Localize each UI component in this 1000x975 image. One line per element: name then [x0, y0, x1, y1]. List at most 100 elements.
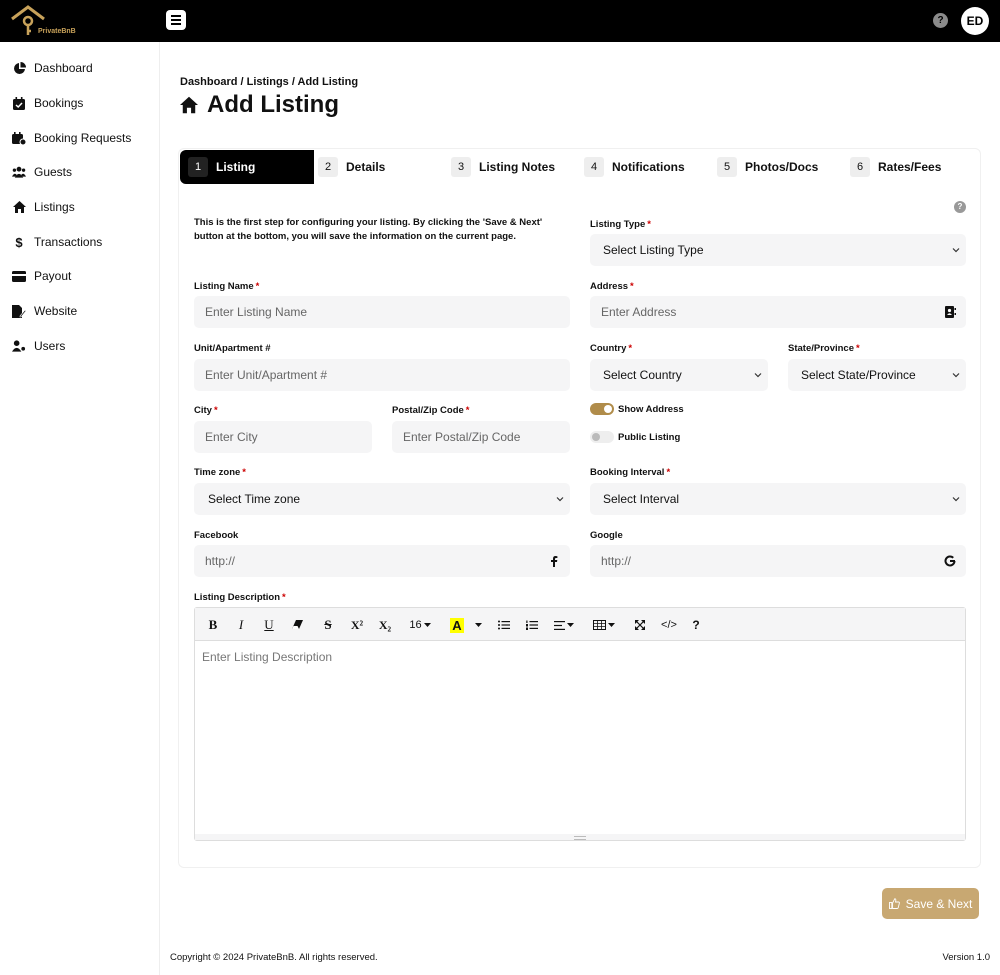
hamburger-menu-button[interactable]	[166, 10, 186, 30]
numbered-list-button[interactable]	[523, 616, 541, 634]
label-text: Listing Type	[590, 219, 646, 230]
required-mark: *	[666, 467, 671, 478]
address-input[interactable]: Enter Address	[590, 296, 966, 328]
caret-down-icon	[567, 622, 574, 627]
strikethrough-button[interactable]: S	[319, 616, 337, 634]
required-mark: *	[630, 281, 634, 292]
highlight-color-button[interactable]: A	[448, 616, 466, 634]
tab-listing[interactable]: 1 Listing	[180, 150, 314, 184]
chevron-down-icon	[556, 497, 564, 502]
label-text: Google	[590, 530, 623, 541]
sidebar-item-label: Booking Requests	[34, 131, 132, 145]
bullet-list-button[interactable]	[495, 616, 513, 634]
label-text: Listing Description	[194, 592, 281, 603]
code-view-button[interactable]: </>	[657, 616, 681, 634]
save-next-button[interactable]: Save & Next	[882, 888, 979, 919]
sidebar-item-website[interactable]: Website	[12, 301, 77, 321]
facebook-input[interactable]: http://	[194, 545, 570, 577]
top-bar: PrivateBnB ? ED	[0, 0, 1000, 42]
home-icon	[12, 200, 26, 214]
editor-resize-handle[interactable]	[195, 834, 965, 840]
editor-toolbar: B I U S X² X₂ 16 A </> ?	[195, 608, 965, 641]
timezone-label: Time zone *	[194, 467, 246, 478]
booking-interval-label: Booking Interval *	[590, 467, 670, 478]
eraser-icon	[291, 620, 303, 629]
country-select[interactable]: Select Country	[590, 359, 768, 391]
calendar-check-icon	[12, 96, 26, 110]
chart-pie-icon	[12, 61, 26, 75]
tab-photos-docs[interactable]: 5 Photos/Docs	[717, 150, 845, 184]
select-value: Select Listing Type	[603, 243, 704, 257]
breadcrumb[interactable]: Dashboard / Listings / Add Listing	[180, 76, 358, 88]
address-book-icon[interactable]	[944, 306, 956, 318]
caret-down-icon	[608, 622, 615, 627]
google-input[interactable]: http://	[590, 545, 966, 577]
show-address-toggle[interactable]	[590, 403, 614, 415]
description-textarea[interactable]: Enter Listing Description	[202, 650, 332, 664]
save-next-label: Save & Next	[905, 896, 973, 911]
select-value: Select Interval	[603, 492, 680, 506]
align-left-icon	[554, 620, 565, 630]
sidebar-item-users[interactable]: Users	[12, 336, 65, 356]
sidebar-item-payout[interactable]: Payout	[12, 266, 71, 286]
editor-help-button[interactable]: ?	[687, 616, 705, 634]
label-text: Time zone	[194, 467, 241, 478]
caret-down-icon	[423, 622, 431, 627]
public-listing-toggle[interactable]	[590, 431, 614, 443]
tab-label: Notifications	[612, 160, 685, 174]
label-text: Postal/Zip Code	[392, 405, 464, 416]
tab-notifications[interactable]: 4 Notifications	[584, 150, 712, 184]
italic-button[interactable]: I	[232, 616, 250, 634]
highlight-color-dropdown[interactable]	[473, 616, 483, 634]
user-cog-icon	[12, 339, 26, 353]
tab-label: Details	[346, 160, 386, 174]
required-mark: *	[282, 592, 286, 603]
superscript-button[interactable]: X²	[346, 616, 368, 634]
label-text: State/Province	[788, 343, 854, 354]
chevron-down-icon	[952, 248, 960, 253]
chevron-down-icon	[952, 373, 960, 378]
tab-listing-notes[interactable]: 3 Listing Notes	[451, 150, 579, 184]
logo[interactable]: PrivateBnB	[8, 3, 76, 39]
timezone-select[interactable]: Select Time zone	[194, 483, 570, 515]
google-icon	[944, 555, 956, 567]
footer-copyright: Copyright © 2024 PrivateBnB. All rights …	[170, 952, 378, 963]
unit-input[interactable]: Enter Unit/Apartment #	[194, 359, 570, 391]
subscript-button[interactable]: X₂	[374, 616, 396, 634]
sidebar-item-dashboard[interactable]: Dashboard	[12, 58, 93, 78]
sidebar-item-listings[interactable]: Listings	[12, 197, 75, 217]
sidebar-item-label: Listings	[34, 200, 75, 214]
fullscreen-button[interactable]	[631, 616, 649, 634]
chevron-down-icon	[952, 497, 960, 502]
footer-version: Version 1.0	[942, 952, 990, 963]
postal-input[interactable]: Enter Postal/Zip Code	[392, 421, 570, 453]
file-edit-icon	[12, 304, 26, 318]
logo-text: PrivateBnB	[38, 28, 76, 35]
listing-type-select[interactable]: Select Listing Type	[590, 234, 966, 266]
font-size-dropdown[interactable]: 16	[405, 616, 435, 634]
help-icon[interactable]: ?	[933, 13, 948, 28]
sidebar-item-guests[interactable]: Guests	[12, 162, 72, 182]
sidebar-item-transactions[interactable]: $ Transactions	[12, 232, 102, 252]
tab-rates-fees[interactable]: 6 Rates/Fees	[850, 150, 978, 184]
table-dropdown[interactable]	[592, 616, 616, 634]
align-dropdown[interactable]	[552, 616, 576, 634]
state-select[interactable]: Select State/Province	[788, 359, 966, 391]
city-input[interactable]: Enter City	[194, 421, 372, 453]
help-icon[interactable]: ?	[954, 201, 966, 213]
booking-interval-select[interactable]: Select Interval	[590, 483, 966, 515]
sidebar-item-booking-requests[interactable]: Booking Requests	[12, 128, 131, 148]
tab-number: 4	[584, 157, 604, 177]
placeholder-text: http://	[601, 554, 632, 568]
listing-name-input[interactable]: Enter Listing Name	[194, 296, 570, 328]
users-icon	[12, 165, 26, 179]
tab-details[interactable]: 2 Details	[318, 150, 446, 184]
sidebar-item-bookings[interactable]: Bookings	[12, 93, 83, 113]
sidebar-item-label: Payout	[34, 269, 72, 283]
underline-button[interactable]: U	[260, 616, 278, 634]
bold-button[interactable]: B	[204, 616, 222, 634]
label-text: Booking Interval	[590, 467, 665, 478]
eraser-button[interactable]	[288, 616, 306, 634]
label-text: Listing Name	[194, 281, 254, 292]
user-avatar[interactable]: ED	[961, 7, 989, 35]
